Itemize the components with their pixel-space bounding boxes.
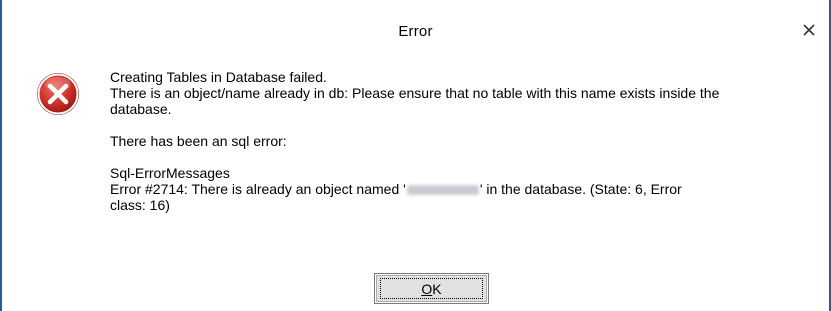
- error-icon: [37, 73, 79, 115]
- message-line: There has been an sql error:: [110, 133, 287, 149]
- message-line: Sql-ErrorMessages: [110, 165, 230, 181]
- dialog-title: Error: [398, 23, 433, 40]
- error-detail-text: ' in the database. (State: 6, Error: [479, 181, 682, 197]
- focus-rectangle: [380, 278, 483, 299]
- message-line: Error #2714: There is already an object …: [110, 181, 820, 197]
- close-button[interactable]: [797, 18, 821, 42]
- message-line: Creating Tables in Database failed.: [110, 69, 327, 85]
- message-line: There is an object/name already in db: P…: [110, 85, 720, 101]
- redacted-object-name: [406, 185, 479, 196]
- close-icon: [803, 24, 815, 36]
- ok-button[interactable]: OK: [374, 273, 489, 304]
- message-line: class: 16): [110, 197, 170, 213]
- error-code-text: Error #2714: There is already an object …: [110, 181, 406, 197]
- error-message: Creating Tables in Database failed. Ther…: [110, 69, 820, 213]
- error-dialog: Error Creating Tables in Database failed…: [0, 0, 831, 311]
- title-bar[interactable]: Error: [2, 0, 829, 62]
- message-line: database.: [110, 101, 172, 117]
